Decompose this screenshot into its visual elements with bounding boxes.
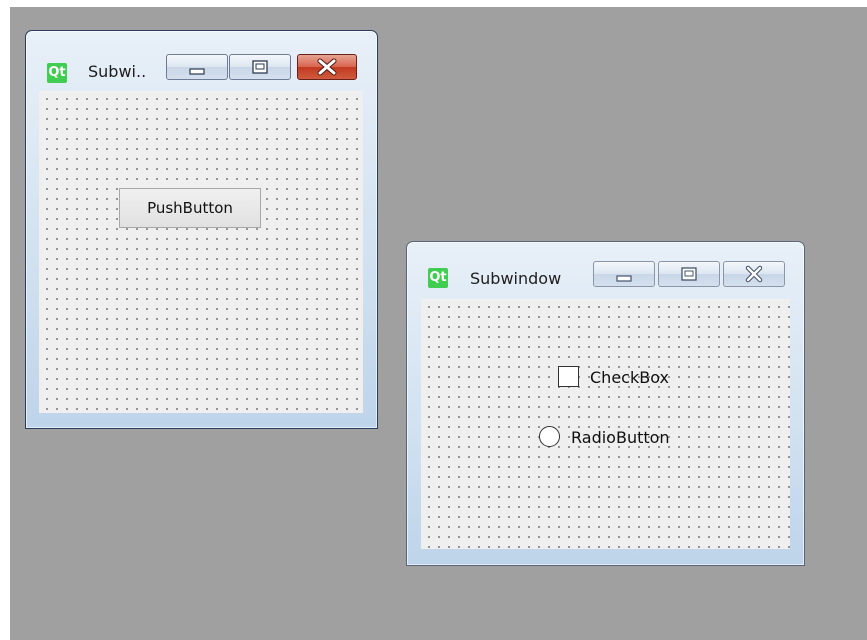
- subwindow-1-titlebar[interactable]: Qt Subwi..: [26, 31, 377, 87]
- subwindow-1-client-area: PushButton: [39, 91, 363, 413]
- restore-icon: [252, 60, 268, 74]
- qt-logo-icon: Qt: [428, 268, 448, 288]
- minimize-icon: [616, 275, 632, 282]
- subwindow-2-title: Subwindow: [470, 269, 562, 288]
- subwindow-1-minimize-button[interactable]: [166, 54, 228, 80]
- qt-logo-icon: Qt: [47, 63, 67, 83]
- radio-button-label[interactable]: RadioButton: [571, 428, 670, 447]
- subwindow-1[interactable]: Qt Subwi.. PushButton: [25, 30, 378, 429]
- subwindow-1-close-button[interactable]: [297, 54, 357, 80]
- restore-icon: [681, 267, 697, 281]
- checkbox-label[interactable]: CheckBox: [590, 368, 669, 387]
- close-icon: [317, 58, 337, 76]
- close-icon: [745, 265, 763, 283]
- subwindow-2-client-area: CheckBox RadioButton: [421, 299, 790, 549]
- subwindow-2[interactable]: Qt Subwindow CheckBox RadioButton: [406, 241, 805, 566]
- radio-button[interactable]: [539, 426, 560, 447]
- minimize-icon: [189, 68, 205, 75]
- push-button[interactable]: PushButton: [119, 188, 261, 228]
- subwindow-2-titlebar[interactable]: Qt Subwindow: [407, 242, 804, 298]
- subwindow-2-restore-button[interactable]: [658, 261, 720, 287]
- subwindow-2-minimize-button[interactable]: [593, 261, 655, 287]
- subwindow-2-close-button[interactable]: [723, 261, 785, 287]
- subwindow-1-title: Subwi..: [88, 62, 147, 81]
- checkbox[interactable]: [558, 366, 579, 387]
- subwindow-1-restore-button[interactable]: [229, 54, 291, 80]
